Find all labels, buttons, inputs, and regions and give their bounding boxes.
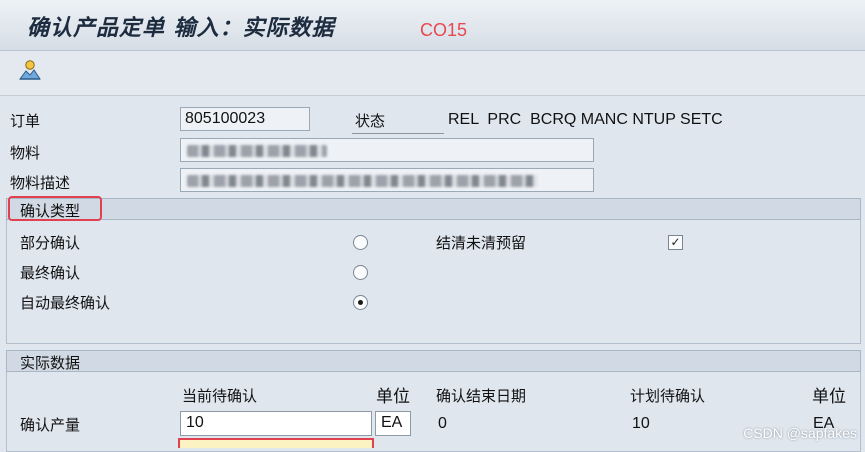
confirmation-type-header: 确认类型 bbox=[6, 198, 861, 220]
final-confirmation-label: 最终确认 bbox=[20, 264, 81, 282]
application-toolbar bbox=[0, 51, 865, 96]
current-to-confirm-header: 当前待确认 bbox=[182, 387, 258, 405]
confirmation-type-body bbox=[6, 220, 861, 344]
confirm-end-date-header: 确认结束日期 bbox=[436, 387, 527, 405]
partial-confirmation-label: 部分确认 bbox=[20, 234, 81, 252]
partial-confirmation-radio[interactable] bbox=[353, 235, 368, 250]
yield-quantity-input[interactable]: 10 bbox=[180, 411, 372, 436]
order-number-field[interactable]: 805100023 bbox=[180, 107, 310, 131]
title-bar: 确认产品定单 输入：实际数据 CO15 bbox=[0, 0, 865, 51]
actual-data-header: 实际数据 bbox=[6, 350, 861, 372]
confirmation-type-highlight bbox=[8, 196, 102, 221]
actual-data-body bbox=[6, 372, 861, 452]
transaction-code: CO15 bbox=[420, 20, 468, 40]
material-desc-field[interactable] bbox=[180, 168, 594, 192]
clear-reservations-label: 结清未清预留 bbox=[436, 234, 527, 252]
unit-header: 单位 bbox=[376, 387, 410, 407]
yield-label: 确认产量 bbox=[20, 416, 81, 434]
auto-final-confirmation-radio[interactable] bbox=[353, 295, 368, 310]
status-value: REL PRC BCRQ MANC NTUP SETC bbox=[448, 111, 723, 128]
material-desc-label: 物料描述 bbox=[10, 174, 71, 192]
order-label: 订单 bbox=[10, 112, 41, 130]
status-label: 状态 bbox=[355, 112, 386, 130]
planned-to-confirm-header: 计划待确认 bbox=[630, 387, 706, 405]
status-underline bbox=[352, 133, 444, 134]
unit-header-2: 单位 bbox=[812, 387, 846, 407]
material-field[interactable] bbox=[180, 138, 594, 162]
next-row-field-highlight[interactable] bbox=[178, 438, 374, 448]
material-value-blurred bbox=[187, 145, 327, 157]
material-label: 物料 bbox=[10, 144, 41, 162]
yield-unit-input[interactable]: EA bbox=[375, 411, 411, 436]
planned-to-confirm-value: 10 bbox=[632, 415, 650, 432]
watermark: CSDN @sapfakes bbox=[743, 425, 857, 441]
material-desc-value-blurred bbox=[187, 175, 537, 187]
confirm-end-date-value: 0 bbox=[438, 415, 447, 432]
clear-reservations-checkbox[interactable]: ✓ bbox=[668, 235, 683, 250]
page-title: 确认产品定单 输入：实际数据 bbox=[27, 15, 335, 41]
user-mountain-icon[interactable] bbox=[17, 57, 43, 83]
auto-final-confirmation-label: 自动最终确认 bbox=[20, 294, 111, 312]
final-confirmation-radio[interactable] bbox=[353, 265, 368, 280]
actual-data-title: 实际数据 bbox=[20, 354, 81, 372]
